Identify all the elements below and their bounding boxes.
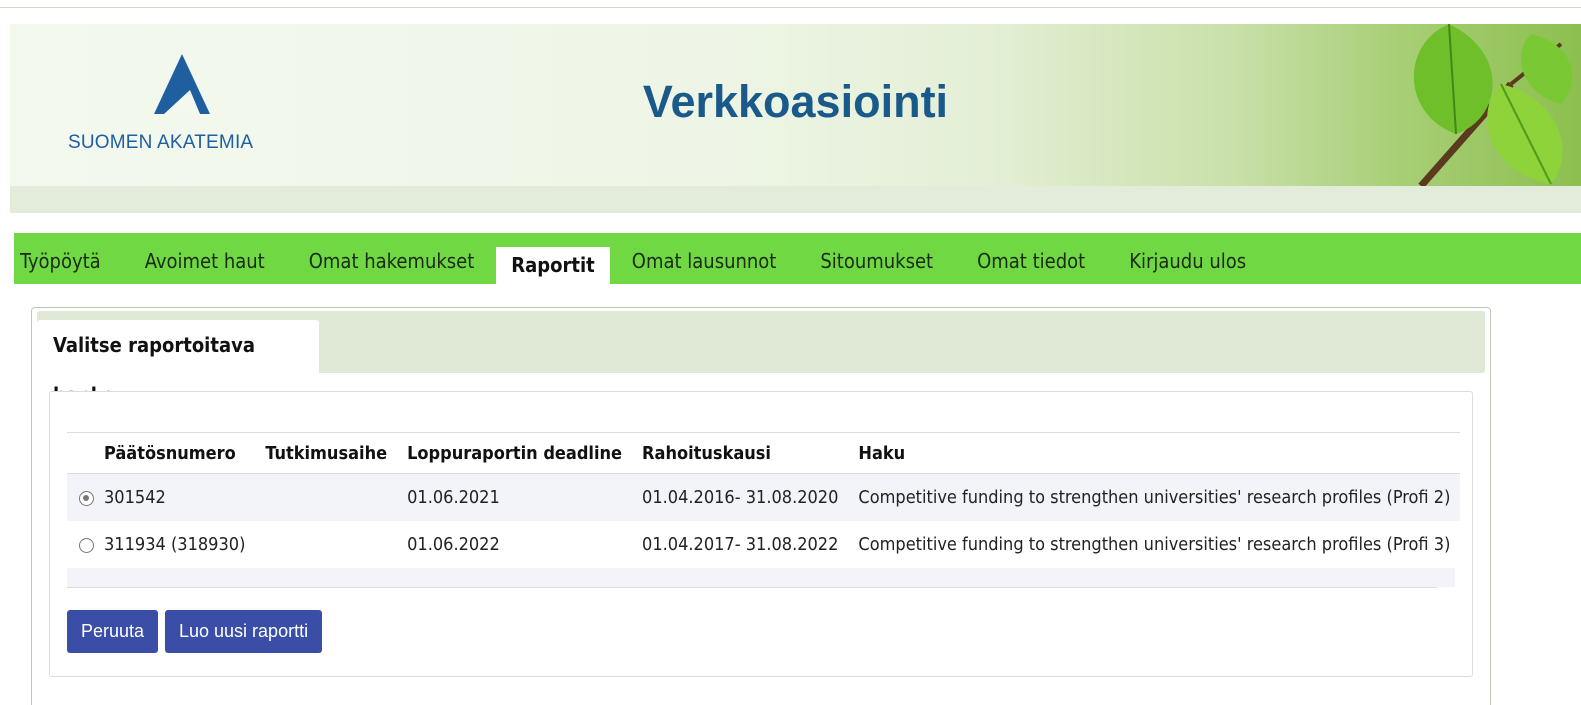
table-row[interactable]: 311934 (318930) 01.06.2022 01.04.2017- 3… <box>67 521 1460 568</box>
nav-item-kirjaudu-ulos[interactable]: Kirjaudu ulos <box>1107 243 1268 279</box>
top-divider <box>0 7 1581 8</box>
cell-tutkimusaihe <box>255 521 397 568</box>
main-nav: Työpöytä Avoimet haut Omat hakemukset Ra… <box>14 233 1581 284</box>
logo-text: SUOMEN AKATEMIA <box>68 132 254 153</box>
nav-item-tyopoyta[interactable]: Työpöytä <box>0 243 123 279</box>
nav-item-sitoumukset[interactable]: Sitoumukset <box>798 243 955 279</box>
leaf-decoration-icon <box>1413 24 1573 186</box>
cell-paatosnumero: 301542 <box>94 473 256 521</box>
row-select-cell <box>67 473 94 521</box>
create-report-button[interactable]: Luo uusi raportti <box>165 610 323 653</box>
nav-item-omat-tiedot[interactable]: Omat tiedot <box>955 243 1107 279</box>
table-footer-band <box>67 568 1455 587</box>
nav-item-omat-hakemukset[interactable]: Omat hakemukset <box>287 243 497 279</box>
row-radio[interactable] <box>79 490 94 506</box>
nav-item-avoimet-haut[interactable]: Avoimet haut <box>123 243 287 279</box>
panel-tabbar: Valitse raportoitava hanke <box>37 311 1485 407</box>
nav-item-raportit[interactable]: Raportit <box>496 247 610 284</box>
table-header-row: Päätösnumero Tutkimusaihe Loppuraportin … <box>67 432 1461 474</box>
cell-tutkimusaihe <box>255 473 398 521</box>
nav-item-omat-lausunnot[interactable]: Omat lausunnot <box>610 243 799 279</box>
table-footer-divider <box>67 587 1437 588</box>
column-header-haku[interactable]: Haku <box>848 432 1461 474</box>
header-banner: SUOMEN AKATEMIA Verkkoasiointi <box>10 24 1581 186</box>
column-header-deadline[interactable]: Loppuraportin deadline <box>397 432 633 474</box>
cell-haku: Competitive funding to strengthen univer… <box>858 534 1451 555</box>
cell-paatosnumero: 311934 (318930) <box>104 534 246 555</box>
cell-rahoituskausi: 01.04.2017- 31.08.2022 <box>642 534 839 555</box>
app-title: Verkkoasiointi <box>642 76 949 127</box>
cancel-button[interactable]: Peruuta <box>67 610 159 653</box>
table-row[interactable]: 301542 01.06.2021 01.04.2016- 31.08.2020… <box>67 473 1461 521</box>
cell-deadline: 01.06.2022 <box>407 534 500 555</box>
tab-valitse-hanke[interactable]: Valitse raportoitava hanke <box>37 320 319 407</box>
column-header-tutkimusaihe[interactable]: Tutkimusaihe <box>255 432 398 474</box>
column-header-paatosnumero[interactable]: Päätösnumero <box>94 432 256 474</box>
report-panel: Valitse raportoitava hanke Päätösnumero … <box>31 307 1491 705</box>
header-subband <box>10 186 1581 213</box>
cell-rahoituskausi: 01.04.2016- 31.08.2020 <box>632 473 849 521</box>
project-selection-box: Päätösnumero Tutkimusaihe Loppuraportin … <box>49 391 1473 677</box>
projects-table: Päätösnumero Tutkimusaihe Loppuraportin … <box>67 432 1461 568</box>
cell-deadline: 01.06.2021 <box>397 473 633 521</box>
row-select-cell <box>67 521 94 568</box>
column-header-select <box>67 432 94 474</box>
cell-haku: Competitive funding to strengthen univer… <box>848 473 1461 521</box>
column-header-rahoituskausi[interactable]: Rahoituskausi <box>632 432 849 474</box>
row-radio[interactable] <box>79 537 94 553</box>
